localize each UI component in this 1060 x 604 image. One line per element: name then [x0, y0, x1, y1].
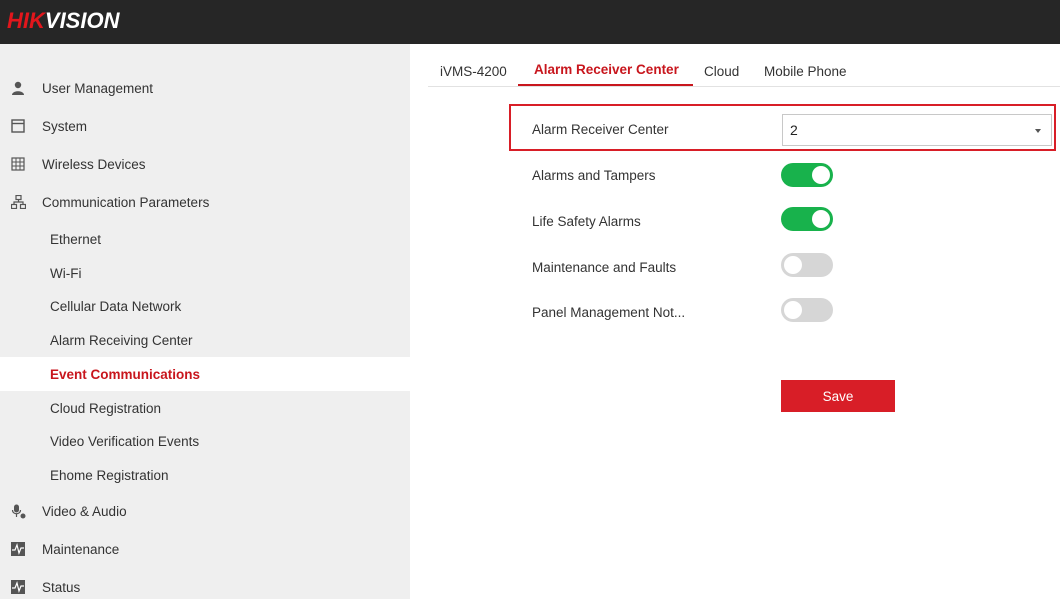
sidebar-item-wi-fi[interactable]: Wi-Fi	[0, 256, 410, 290]
toggle-knob	[784, 301, 802, 319]
sidebar-item-communication-parameters[interactable]: Communication Parameters	[0, 185, 410, 219]
receiver-select[interactable]: 2	[782, 114, 1052, 146]
receiver-label: Alarm Receiver Center	[532, 122, 669, 137]
microphone-icon	[10, 503, 26, 519]
chevron-down-icon	[1035, 129, 1041, 133]
top-bar: HIKVISION	[0, 0, 1060, 44]
tab-mobile-phone[interactable]: Mobile Phone	[764, 64, 847, 86]
life-safety-alarms-label: Life Safety Alarms	[532, 214, 641, 229]
network-icon	[10, 194, 26, 210]
sidebar-item-video-verification-events[interactable]: Video Verification Events	[0, 424, 410, 458]
maintenance-faults-toggle[interactable]	[781, 253, 833, 277]
system-icon	[10, 118, 26, 134]
status-icon	[10, 579, 26, 595]
sidebar-item-maintenance[interactable]: Maintenance	[0, 532, 410, 566]
sidebar-item-wireless-devices[interactable]: Wireless Devices	[0, 147, 410, 181]
tab-alarm-receiver-center[interactable]: Alarm Receiver Center	[534, 62, 679, 84]
user-icon	[10, 80, 26, 96]
maintenance-faults-label: Maintenance and Faults	[532, 260, 677, 275]
tab-bar: iVMS-4200 Alarm Receiver Center Cloud Mo…	[428, 44, 1060, 88]
maintenance-icon	[10, 541, 26, 557]
sidebar-item-ehome-registration[interactable]: Ehome Registration	[0, 458, 410, 492]
active-tab-indicator	[518, 84, 693, 86]
hikvision-logo: HIKVISION	[7, 8, 120, 33]
receiver-select-value: 2	[790, 122, 798, 138]
sidebar-item-cellular-data-network[interactable]: Cellular Data Network	[0, 289, 410, 323]
sidebar-item-cloud-registration[interactable]: Cloud Registration	[0, 391, 410, 425]
tab-ivms-4200[interactable]: iVMS-4200	[440, 64, 507, 86]
panel-management-label: Panel Management Not...	[532, 305, 686, 320]
sidebar-item-system[interactable]: System	[0, 109, 410, 143]
sidebar-item-ethernet[interactable]: Ethernet	[0, 222, 410, 256]
tab-divider	[428, 86, 1060, 87]
alarms-tampers-toggle[interactable]	[781, 163, 833, 187]
life-safety-alarms-toggle[interactable]	[781, 207, 833, 231]
sidebar-item-alarm-receiving-center[interactable]: Alarm Receiving Center	[0, 323, 410, 357]
sidebar-item-video-audio[interactable]: Video & Audio	[0, 494, 410, 528]
tab-cloud[interactable]: Cloud	[704, 64, 739, 86]
sidebar-item-user-management[interactable]: User Management	[0, 71, 410, 105]
panel-management-toggle[interactable]	[781, 298, 833, 322]
sidebar: User Management System Wireless Devices …	[0, 44, 410, 599]
toggle-knob	[812, 210, 830, 228]
sidebar-item-event-communications[interactable]: Event Communications	[0, 357, 410, 391]
toggle-knob	[784, 256, 802, 274]
save-button[interactable]: Save	[781, 380, 895, 412]
wireless-devices-icon	[10, 156, 26, 172]
toggle-knob	[812, 166, 830, 184]
alarms-tampers-label: Alarms and Tampers	[532, 168, 656, 183]
